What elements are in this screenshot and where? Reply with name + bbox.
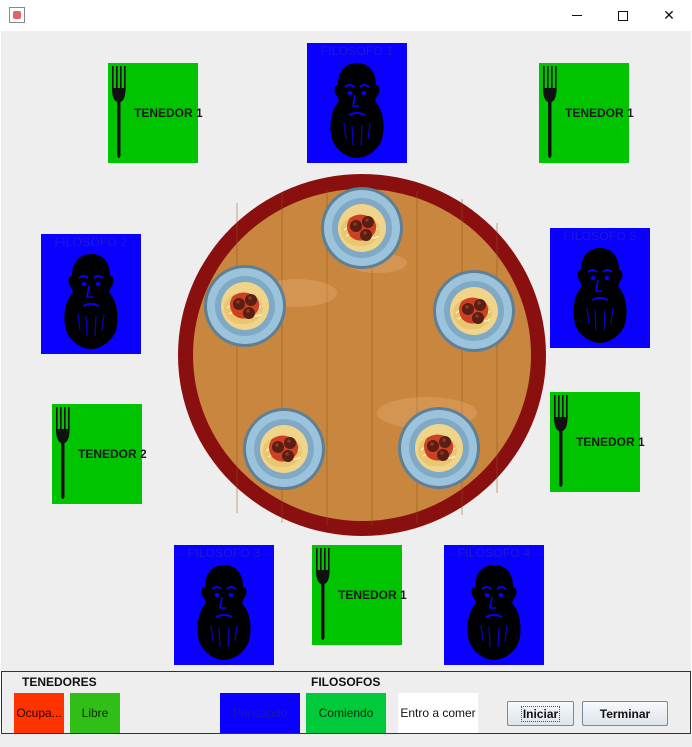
fork-icon (56, 407, 70, 499)
philosopher-name: FILOSOFO 2 (54, 235, 128, 249)
philosopher-1-tile: FILOSOFO 1 (307, 43, 407, 163)
java-app-icon (9, 7, 25, 23)
spaghetti-plate-icon (242, 407, 326, 491)
fork-3-tile: TENEDOR 2 (52, 404, 147, 504)
fork-icon (316, 548, 330, 640)
legend-panel: TENEDORES FILOSOFOS Ocupa... Libre Pensa… (1, 671, 691, 734)
window-titlebar: ✕ (0, 0, 692, 31)
minimize-icon (572, 15, 582, 16)
philosopher-portrait-icon (63, 253, 119, 350)
fork-icon (112, 66, 126, 158)
maximize-icon (618, 10, 628, 21)
philosopher-name: FILOSOFO 3 (187, 546, 261, 560)
philosopher-portrait-icon (572, 247, 628, 344)
philosopher-portrait-icon (329, 62, 385, 159)
philosopher-2-tile: FILOSOFO 2 (41, 234, 141, 354)
fork-label: TENEDOR 2 (78, 447, 147, 461)
fork-label: TENEDOR 1 (565, 106, 634, 120)
legend-free-chip: Libre (70, 693, 120, 733)
fork-label: TENEDOR 1 (338, 588, 407, 602)
start-button-label: Iniciar (520, 705, 561, 722)
philosopher-name: FILOSOFO 4 (457, 546, 531, 560)
dining-canvas: FILOSOFO 1 FILOSOFO 2 FILOSOFO 3 FILOSOF… (1, 31, 691, 671)
philosopher-4-tile: FILOSOFO 4 (444, 545, 544, 665)
philosophers-legend-title: FILOSOFOS (311, 675, 381, 689)
legend-entering-chip: Entro a comer (398, 693, 478, 733)
minimize-button[interactable] (554, 0, 600, 31)
fork-label: TENEDOR 1 (576, 435, 645, 449)
legend-occupied-chip: Ocupa... (14, 693, 64, 733)
spaghetti-plate-icon (203, 264, 287, 348)
philosopher-portrait-icon (196, 564, 252, 661)
fork-icon (554, 395, 568, 487)
maximize-button[interactable] (600, 0, 646, 31)
philosopher-3-tile: FILOSOFO 3 (174, 545, 274, 665)
spaghetti-plate-icon (397, 406, 481, 490)
legend-thinking-chip: Pensando (220, 693, 300, 733)
close-icon: ✕ (663, 7, 675, 24)
fork-label: TENEDOR 1 (134, 106, 203, 120)
philosopher-name: FILOSOFO 1 (320, 44, 394, 58)
fork-2-tile: TENEDOR 1 (539, 63, 634, 163)
philosopher-name: FILOSOFO 5 (563, 229, 637, 243)
legend-eating-chip: Comiendo (306, 693, 386, 733)
fork-5-tile: TENEDOR 1 (312, 545, 407, 645)
start-button[interactable]: Iniciar (507, 701, 574, 726)
fork-1-tile: TENEDOR 1 (108, 63, 203, 163)
close-button[interactable]: ✕ (646, 0, 692, 31)
fork-icon (543, 66, 557, 158)
philosopher-portrait-icon (466, 564, 522, 661)
stop-button[interactable]: Terminar (582, 701, 668, 726)
fork-4-tile: TENEDOR 1 (550, 392, 645, 492)
philosopher-5-tile: FILOSOFO 5 (550, 228, 650, 348)
window-bottom-border (0, 734, 692, 747)
spaghetti-plate-icon (320, 186, 404, 270)
stop-button-label: Terminar (599, 706, 651, 721)
spaghetti-plate-icon (432, 269, 516, 353)
forks-legend-title: TENEDORES (22, 675, 97, 689)
